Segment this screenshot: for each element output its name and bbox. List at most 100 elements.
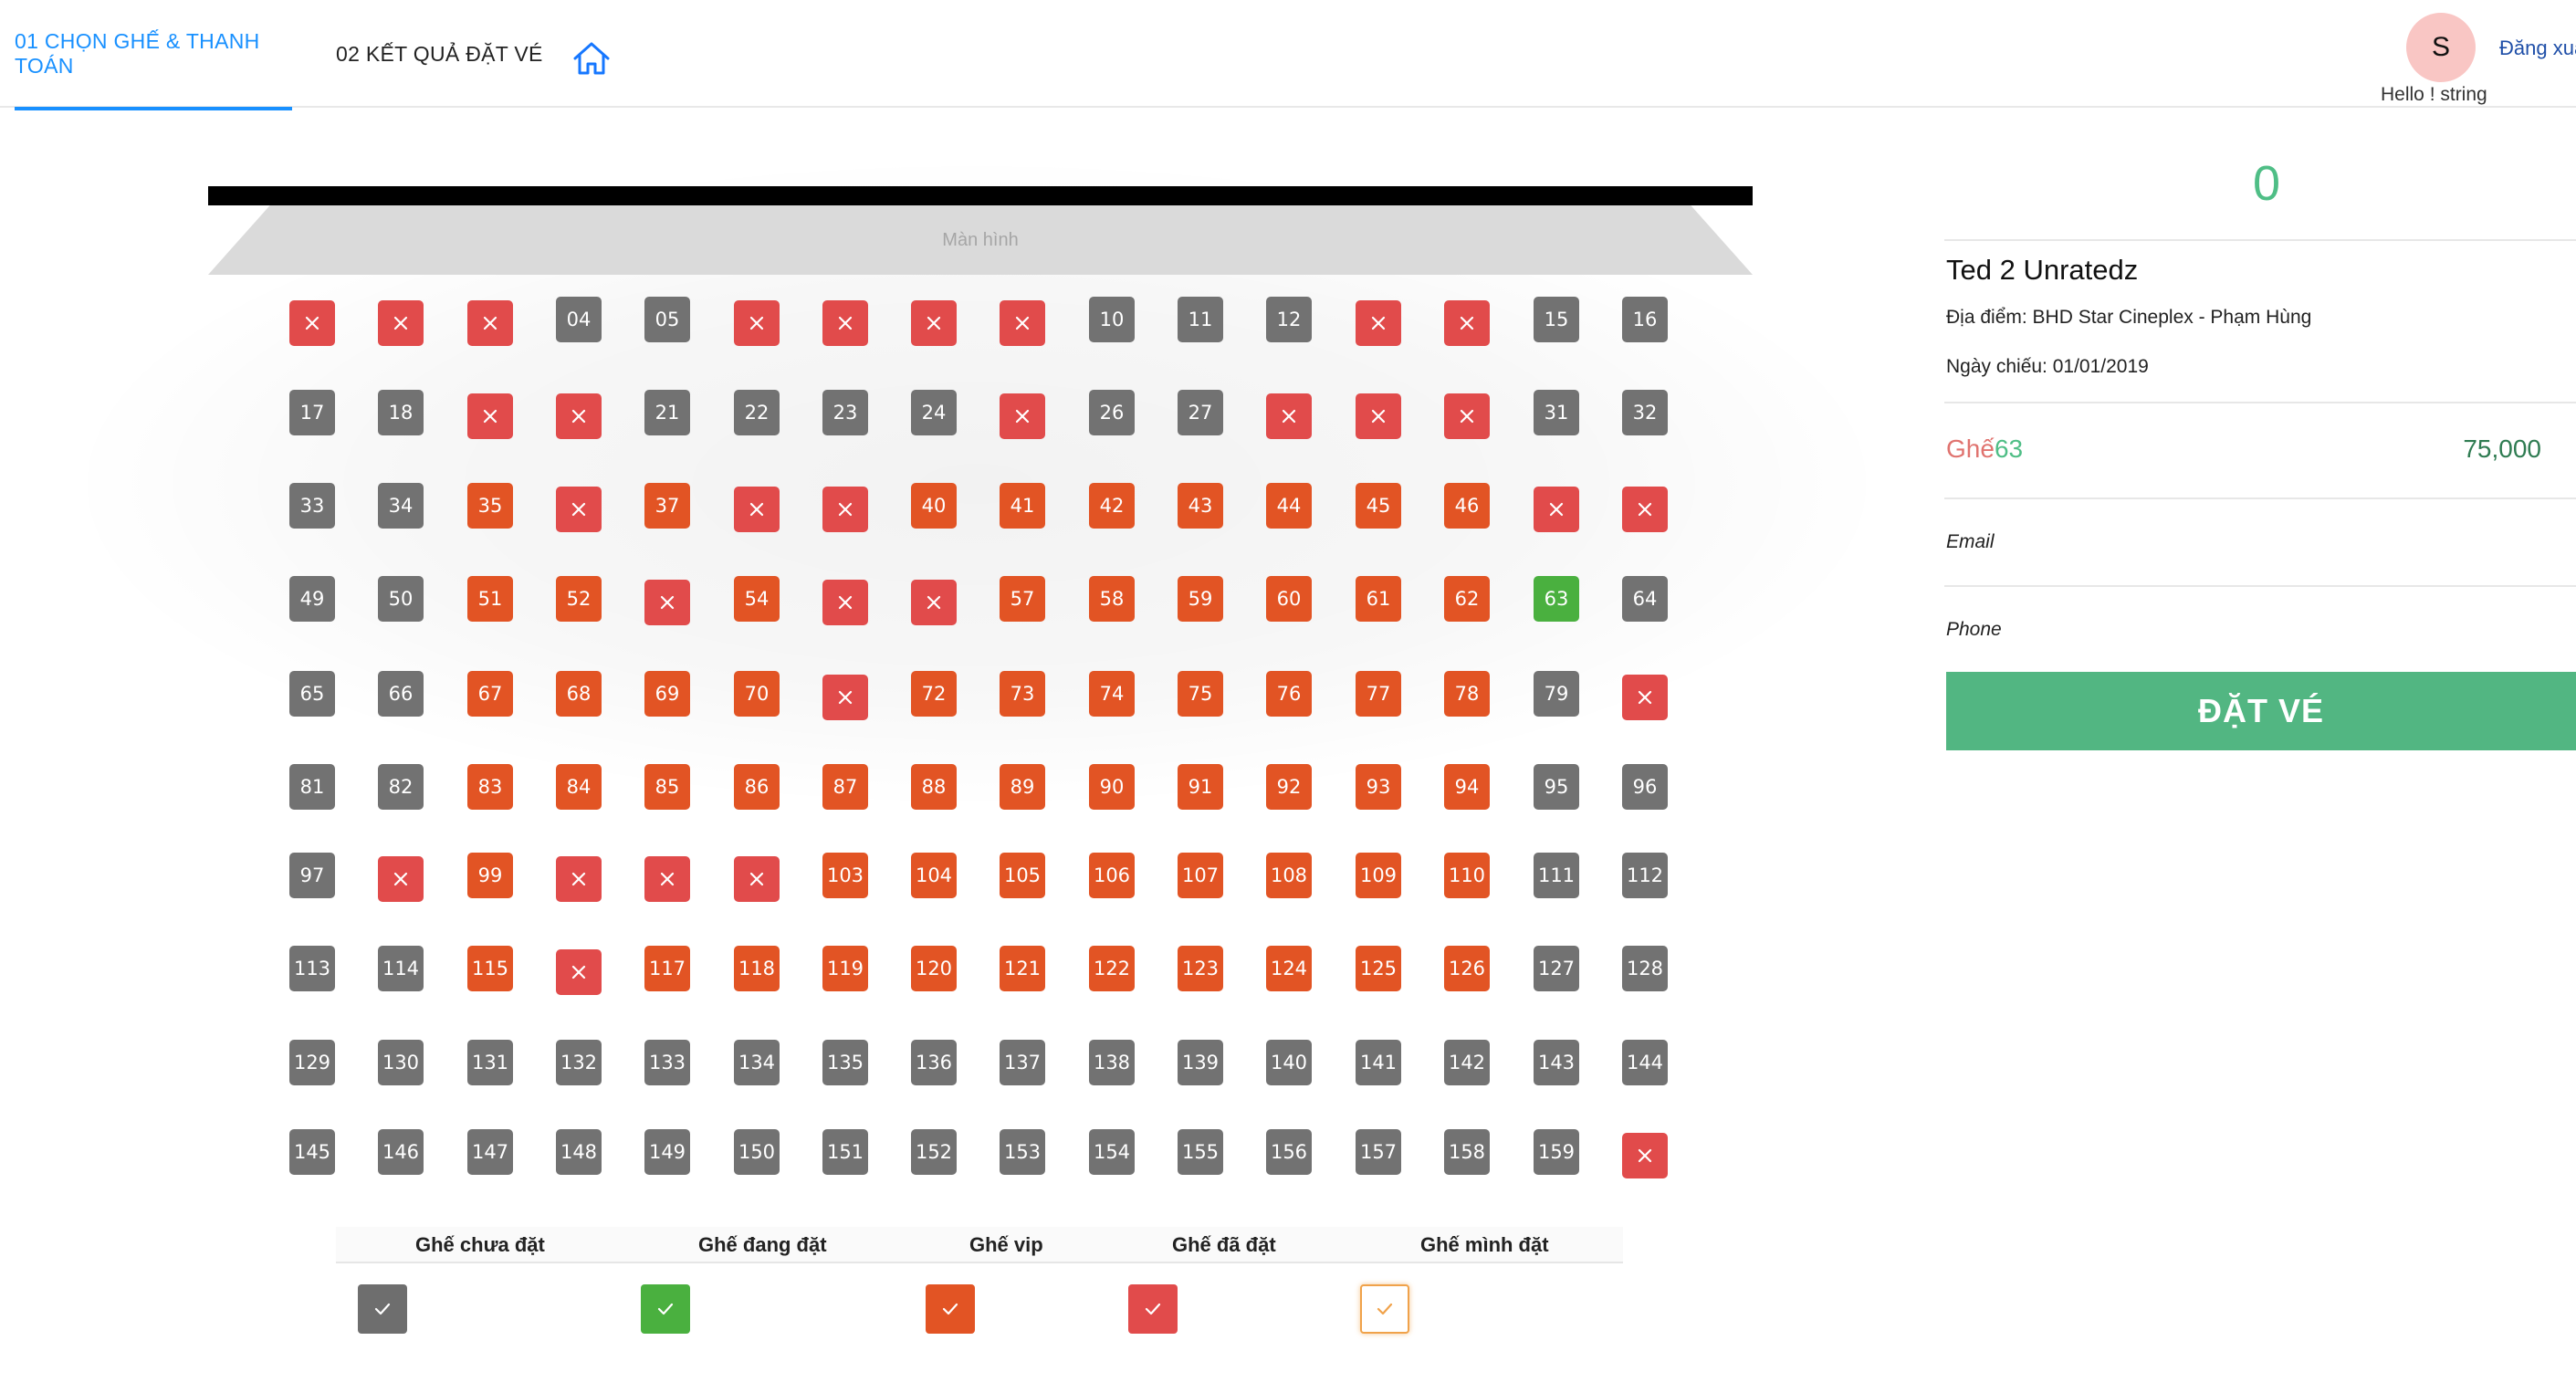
seat-button[interactable]: 61 <box>1356 576 1401 622</box>
seat-button[interactable]: 142 <box>1444 1040 1490 1085</box>
seat-button[interactable]: 113 <box>289 946 335 991</box>
seat-button[interactable]: 105 <box>1000 853 1045 898</box>
seat-button[interactable]: 85 <box>644 764 690 810</box>
seat-button[interactable]: 73 <box>1000 671 1045 717</box>
seat-button[interactable]: 46 <box>1444 483 1490 529</box>
seat-button[interactable]: 117 <box>644 946 690 991</box>
seat-button[interactable]: 67 <box>467 671 513 717</box>
seat-button[interactable]: 35 <box>467 483 513 529</box>
seat-button[interactable]: 129 <box>289 1040 335 1085</box>
seat-button[interactable]: 04 <box>556 297 602 342</box>
seat-button[interactable]: 139 <box>1178 1040 1223 1085</box>
seat-button[interactable]: 146 <box>378 1129 424 1175</box>
seat-button[interactable]: 127 <box>1534 946 1579 991</box>
seat-button[interactable]: 95 <box>1534 764 1579 810</box>
seat-button[interactable]: 12 <box>1266 297 1312 342</box>
seat-button[interactable]: 40 <box>911 483 957 529</box>
seat-button[interactable]: 107 <box>1178 853 1223 898</box>
seat-button[interactable]: 54 <box>734 576 780 622</box>
book-ticket-button[interactable]: ĐẶT VÉ <box>1946 672 2576 750</box>
seat-button[interactable]: 10 <box>1089 297 1135 342</box>
seat-button[interactable]: 124 <box>1266 946 1312 991</box>
seat-button[interactable]: 114 <box>378 946 424 991</box>
seat-button[interactable]: 60 <box>1266 576 1312 622</box>
seat-button[interactable]: 110 <box>1444 853 1490 898</box>
seat-button[interactable]: 123 <box>1178 946 1223 991</box>
seat-button[interactable]: 34 <box>378 483 424 529</box>
seat-button[interactable]: 121 <box>1000 946 1045 991</box>
tab-select-seat[interactable]: 01 CHỌN GHẾ & THANH TOÁN <box>15 0 292 110</box>
seat-button[interactable]: 86 <box>734 764 780 810</box>
seat-button[interactable]: 17 <box>289 390 335 435</box>
seat-button[interactable]: 68 <box>556 671 602 717</box>
seat-button[interactable]: 136 <box>911 1040 957 1085</box>
seat-button[interactable]: 143 <box>1534 1040 1579 1085</box>
seat-button[interactable]: 49 <box>289 576 335 622</box>
seat-button[interactable]: 41 <box>1000 483 1045 529</box>
seat-button[interactable]: 82 <box>378 764 424 810</box>
seat-button[interactable]: 132 <box>556 1040 602 1085</box>
seat-button[interactable]: 65 <box>289 671 335 717</box>
selected-seat-button[interactable]: 63 <box>1534 576 1579 622</box>
seat-button[interactable]: 138 <box>1089 1040 1135 1085</box>
seat-button[interactable]: 147 <box>467 1129 513 1175</box>
seat-button[interactable]: 78 <box>1444 671 1490 717</box>
home-icon[interactable] <box>571 38 612 79</box>
seat-button[interactable]: 33 <box>289 483 335 529</box>
seat-button[interactable]: 81 <box>289 764 335 810</box>
seat-button[interactable]: 153 <box>1000 1129 1045 1175</box>
seat-button[interactable]: 75 <box>1178 671 1223 717</box>
seat-button[interactable]: 31 <box>1534 390 1579 435</box>
seat-button[interactable]: 24 <box>911 390 957 435</box>
seat-button[interactable]: 26 <box>1089 390 1135 435</box>
seat-button[interactable]: 32 <box>1622 390 1668 435</box>
seat-button[interactable]: 74 <box>1089 671 1135 717</box>
seat-button[interactable]: 135 <box>822 1040 868 1085</box>
seat-button[interactable]: 149 <box>644 1129 690 1175</box>
seat-button[interactable]: 64 <box>1622 576 1668 622</box>
seat-button[interactable]: 77 <box>1356 671 1401 717</box>
seat-button[interactable]: 103 <box>822 853 868 898</box>
seat-button[interactable]: 157 <box>1356 1129 1401 1175</box>
seat-button[interactable]: 05 <box>644 297 690 342</box>
email-field[interactable]: Email <box>1946 531 1995 553</box>
seat-button[interactable]: 18 <box>378 390 424 435</box>
seat-button[interactable]: 99 <box>467 853 513 898</box>
seat-button[interactable]: 134 <box>734 1040 780 1085</box>
seat-button[interactable]: 158 <box>1444 1129 1490 1175</box>
seat-button[interactable]: 111 <box>1534 853 1579 898</box>
seat-button[interactable]: 131 <box>467 1040 513 1085</box>
seat-button[interactable]: 76 <box>1266 671 1312 717</box>
seat-button[interactable]: 151 <box>822 1129 868 1175</box>
seat-button[interactable]: 37 <box>644 483 690 529</box>
seat-button[interactable]: 141 <box>1356 1040 1401 1085</box>
seat-button[interactable]: 11 <box>1178 297 1223 342</box>
seat-button[interactable]: 108 <box>1266 853 1312 898</box>
seat-button[interactable]: 87 <box>822 764 868 810</box>
seat-button[interactable]: 130 <box>378 1040 424 1085</box>
seat-button[interactable]: 72 <box>911 671 957 717</box>
logout-link[interactable]: Đăng xuất <box>2499 37 2576 60</box>
seat-button[interactable]: 90 <box>1089 764 1135 810</box>
seat-button[interactable]: 23 <box>822 390 868 435</box>
seat-button[interactable]: 106 <box>1089 853 1135 898</box>
tab-booking-result[interactable]: 02 KẾT QUẢ ĐẶT VÉ <box>336 0 543 108</box>
seat-button[interactable]: 62 <box>1444 576 1490 622</box>
seat-button[interactable]: 126 <box>1444 946 1490 991</box>
seat-button[interactable]: 93 <box>1356 764 1401 810</box>
phone-field[interactable]: Phone <box>1946 619 2002 641</box>
seat-button[interactable]: 22 <box>734 390 780 435</box>
seat-button[interactable]: 69 <box>644 671 690 717</box>
seat-button[interactable]: 120 <box>911 946 957 991</box>
seat-button[interactable]: 119 <box>822 946 868 991</box>
seat-button[interactable]: 59 <box>1178 576 1223 622</box>
seat-button[interactable]: 66 <box>378 671 424 717</box>
seat-button[interactable]: 115 <box>467 946 513 991</box>
seat-button[interactable]: 43 <box>1178 483 1223 529</box>
seat-button[interactable]: 70 <box>734 671 780 717</box>
seat-button[interactable]: 27 <box>1178 390 1223 435</box>
seat-button[interactable]: 150 <box>734 1129 780 1175</box>
seat-button[interactable]: 137 <box>1000 1040 1045 1085</box>
seat-button[interactable]: 89 <box>1000 764 1045 810</box>
seat-button[interactable]: 96 <box>1622 764 1668 810</box>
